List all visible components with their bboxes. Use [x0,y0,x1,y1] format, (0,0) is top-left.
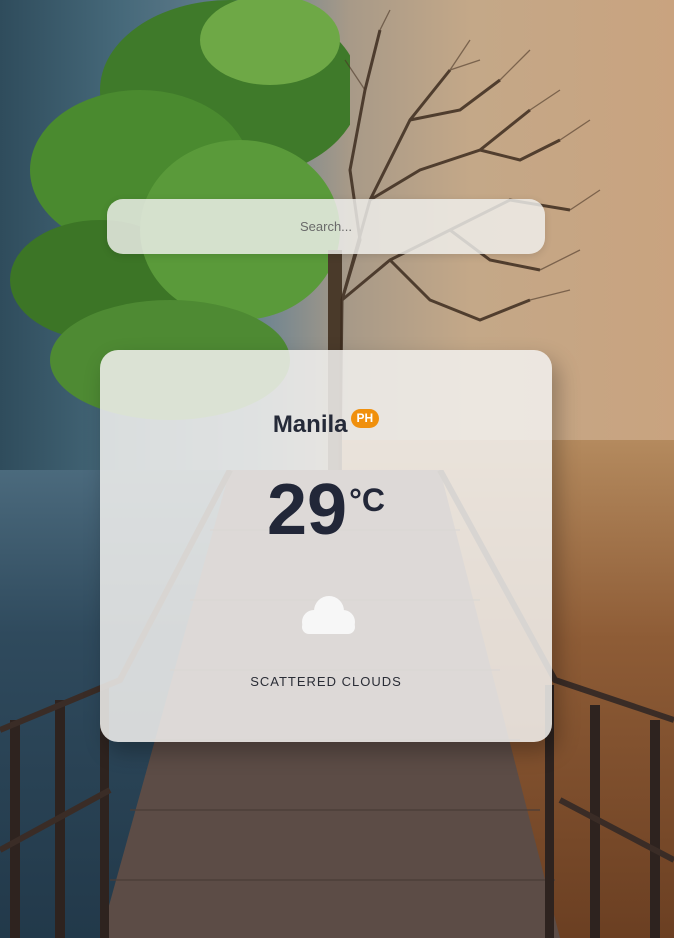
temperature-unit: °C [349,482,385,518]
temperature-value: 29 [267,470,348,550]
search-bar[interactable] [107,198,545,255]
location-row: Manila PH [100,408,552,442]
weather-card: Manila PH 29 °C SCATTERED CLOUDS [100,350,552,742]
country-badge: PH [350,409,380,428]
weather-description: SCATTERED CLOUDS [250,674,402,689]
search-input[interactable] [107,198,545,255]
temperature-row: 29 °C [100,472,552,548]
cloud-icon [302,596,355,634]
city-name: Manila [272,411,348,438]
